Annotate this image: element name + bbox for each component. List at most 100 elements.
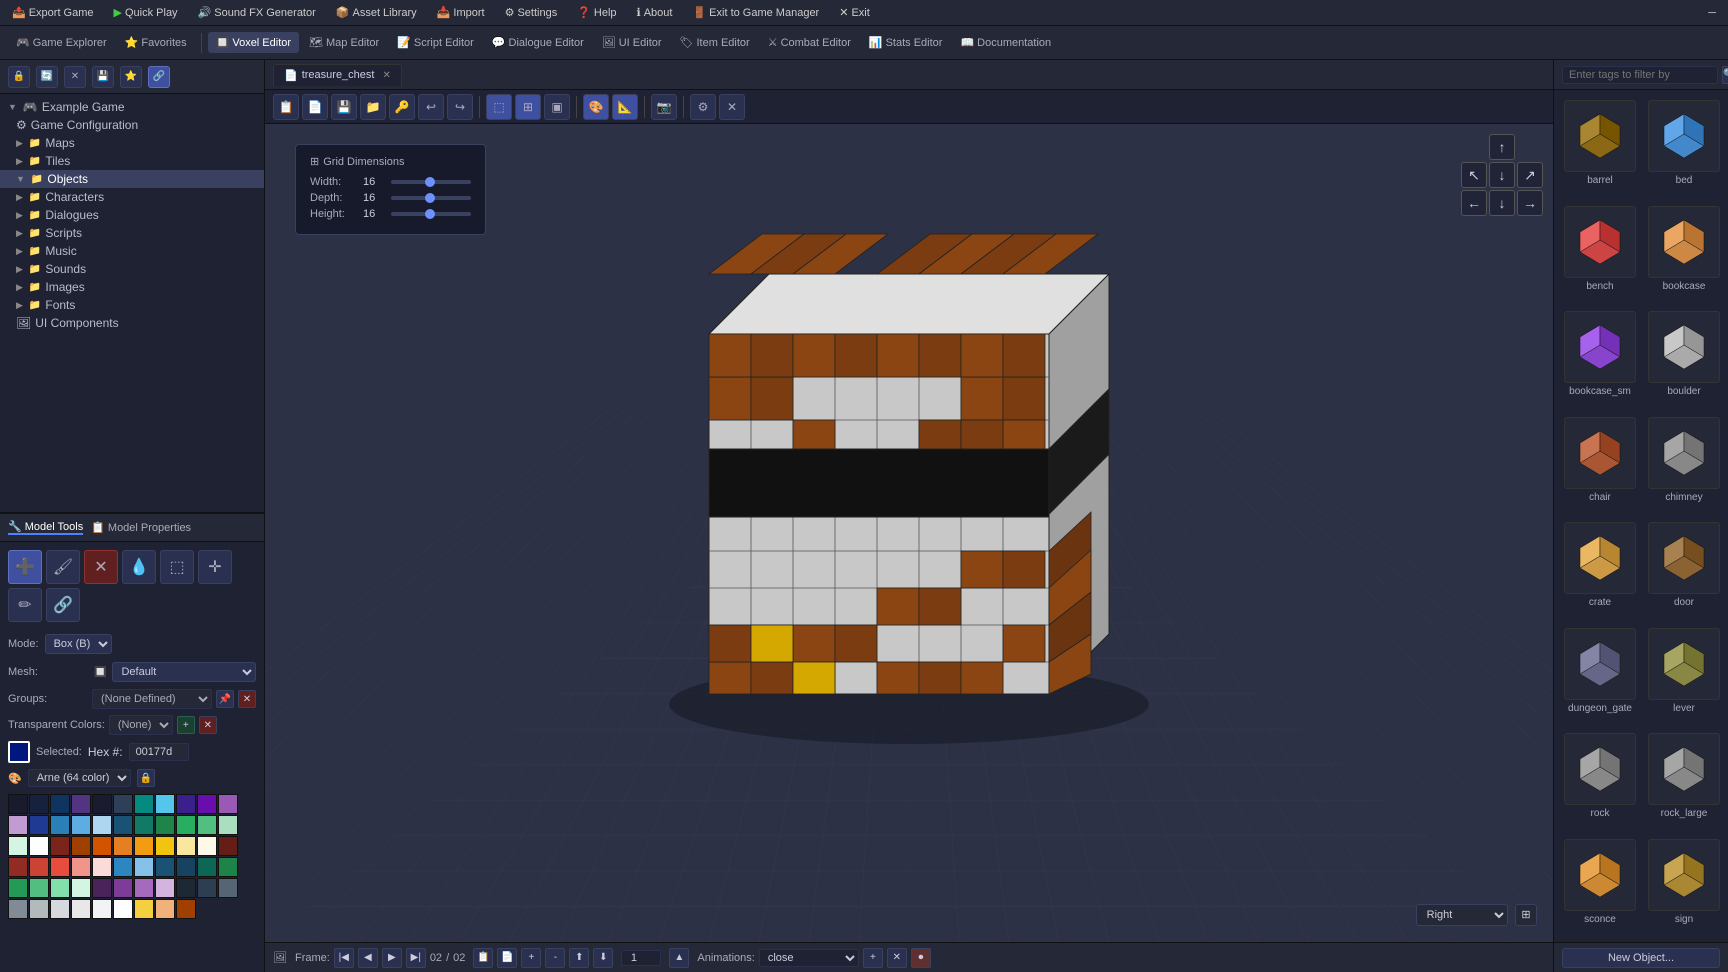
color-swatch-42[interactable] — [197, 857, 217, 877]
tool-erase[interactable]: ✕ — [84, 550, 118, 584]
color-swatch-37[interactable] — [92, 857, 112, 877]
frame-prev[interactable]: ◀ — [358, 948, 378, 968]
mode-dropdown[interactable]: Box (B) Face Voxel — [45, 634, 112, 654]
vp-tool-9[interactable]: ✕ — [719, 94, 745, 120]
frame-add[interactable]: + — [521, 948, 541, 968]
panel-icon-3[interactable]: ✕ — [64, 66, 86, 88]
frame-move-down[interactable]: ⬇ — [593, 948, 613, 968]
color-swatch-31[interactable] — [197, 836, 217, 856]
dim-width-slider[interactable] — [391, 180, 471, 184]
hex-input[interactable] — [129, 743, 189, 761]
frame-first[interactable]: |◀ — [334, 948, 354, 968]
asset-dungeon_gate[interactable]: dungeon_gate — [1560, 624, 1640, 726]
color-swatch-40[interactable] — [155, 857, 175, 877]
tab-map-editor[interactable]: 🗺 Map Editor — [301, 32, 387, 53]
color-swatch-45[interactable] — [29, 878, 49, 898]
color-swatch-1[interactable] — [29, 794, 49, 814]
tool-eyedrop[interactable]: 💧 — [122, 550, 156, 584]
anim-record[interactable]: ⏺ — [911, 948, 931, 968]
panel-icon-4[interactable]: 💾 — [92, 66, 114, 88]
tool-select[interactable]: ⬚ — [160, 550, 194, 584]
tab-documentation[interactable]: 📖 Documentation — [952, 32, 1059, 53]
tree-fonts[interactable]: ▶ 📁 Fonts — [0, 296, 264, 314]
vp-grid-mode[interactable]: ⊞ — [515, 94, 541, 120]
color-swatch-19[interactable] — [176, 815, 196, 835]
vp-undo[interactable]: ↩ — [418, 94, 444, 120]
color-swatch-50[interactable] — [134, 878, 154, 898]
vp-tool-3[interactable]: 💾 — [331, 94, 357, 120]
color-swatch-24[interactable] — [50, 836, 70, 856]
tree-scripts[interactable]: ▶ 📁 Scripts — [0, 224, 264, 242]
color-swatch-46[interactable] — [50, 878, 70, 898]
color-swatch-52[interactable] — [176, 878, 196, 898]
trans-add-btn[interactable]: + — [177, 716, 195, 734]
nav-right[interactable]: → — [1517, 190, 1543, 216]
anim-add[interactable]: + — [863, 948, 883, 968]
groups-dropdown[interactable]: (None Defined) — [92, 689, 212, 709]
color-swatch-27[interactable] — [113, 836, 133, 856]
nav-rotate-left[interactable]: ↖ — [1461, 162, 1487, 188]
color-swatch-6[interactable] — [134, 794, 154, 814]
nav-down[interactable]: ↓ — [1489, 162, 1515, 188]
tab-voxel-editor[interactable]: 🔲 Voxel Editor — [208, 32, 299, 53]
color-swatch-22[interactable] — [8, 836, 28, 856]
vp-redo[interactable]: ↪ — [447, 94, 473, 120]
sound-fx-menu[interactable]: 🔊 Sound FX Generator — [194, 4, 320, 21]
color-swatch-61[interactable] — [134, 899, 154, 919]
tab-game-explorer[interactable]: 🎮 Game Explorer — [8, 32, 115, 53]
color-swatch-58[interactable] — [71, 899, 91, 919]
close-tab-icon[interactable]: ✕ — [382, 70, 390, 81]
nav-rotate-right[interactable]: ↗ — [1517, 162, 1543, 188]
about-menu[interactable]: ℹ About — [633, 4, 677, 21]
vp-layer-mode[interactable]: 📐 — [612, 94, 638, 120]
color-swatch-11[interactable] — [8, 815, 28, 835]
color-swatch-59[interactable] — [92, 899, 112, 919]
viewport-tab-treasure-chest[interactable]: 📄 treasure_chest ✕ — [273, 64, 402, 86]
view-mode-select[interactable]: Right Left Top Front Back Perspective — [1416, 904, 1508, 926]
asset-crate[interactable]: crate — [1560, 518, 1640, 620]
color-swatch-54[interactable] — [218, 878, 238, 898]
color-swatch-15[interactable] — [92, 815, 112, 835]
asset-door[interactable]: door — [1644, 518, 1724, 620]
search-icon[interactable]: 🔍 — [1722, 66, 1728, 84]
tab-script-editor[interactable]: 📝 Script Editor — [389, 32, 482, 53]
tree-root[interactable]: ▼ 🎮 Example Game — [0, 98, 264, 116]
vp-settings-2[interactable]: ⚙ — [690, 94, 716, 120]
vp-tool-2[interactable]: 📄 — [302, 94, 328, 120]
color-swatch-62[interactable] — [155, 899, 175, 919]
color-swatch-12[interactable] — [29, 815, 49, 835]
asset-sconce[interactable]: sconce — [1560, 835, 1640, 937]
frame-step-input[interactable] — [621, 950, 661, 966]
color-swatch-63[interactable] — [176, 899, 196, 919]
color-swatch-43[interactable] — [218, 857, 238, 877]
panel-icon-6[interactable]: 🔗 — [148, 66, 170, 88]
groups-pin-btn[interactable]: 📌 — [216, 690, 234, 708]
vp-color-mode[interactable]: 🎨 — [583, 94, 609, 120]
groups-remove-btn[interactable]: ✕ — [238, 690, 256, 708]
color-swatch-8[interactable] — [176, 794, 196, 814]
asset-lever[interactable]: lever — [1644, 624, 1724, 726]
color-swatch-20[interactable] — [197, 815, 217, 835]
tab-item-editor[interactable]: 🏷 Item Editor — [672, 32, 758, 53]
color-swatch-41[interactable] — [176, 857, 196, 877]
mesh-dropdown[interactable]: Default — [112, 662, 256, 682]
frame-step-up[interactable]: ▲ — [669, 948, 689, 968]
tree-images[interactable]: ▶ 📁 Images — [0, 278, 264, 296]
color-swatch-35[interactable] — [50, 857, 70, 877]
asset-barrel[interactable]: barrel — [1560, 96, 1640, 198]
frame-next[interactable]: ▶| — [406, 948, 426, 968]
tab-combat-editor[interactable]: ⚔ Combat Editor — [760, 32, 859, 53]
quick-play-menu[interactable]: ▶ Quick Play — [110, 4, 182, 21]
frame-remove[interactable]: - — [545, 948, 565, 968]
color-swatch-29[interactable] — [155, 836, 175, 856]
color-swatch-51[interactable] — [155, 878, 175, 898]
tree-game-config[interactable]: ⚙ Game Configuration — [0, 116, 264, 134]
frame-paste[interactable]: 📄 — [497, 948, 517, 968]
view-expand-btn[interactable]: ⊞ — [1515, 904, 1537, 926]
color-swatch-21[interactable] — [218, 815, 238, 835]
color-swatch-18[interactable] — [155, 815, 175, 835]
window-minimize[interactable]: ─ — [1704, 5, 1720, 21]
color-swatch-60[interactable] — [113, 899, 133, 919]
tree-objects[interactable]: ▼ 📁 Objects — [0, 170, 264, 188]
tree-dialogues[interactable]: ▶ 📁 Dialogues — [0, 206, 264, 224]
